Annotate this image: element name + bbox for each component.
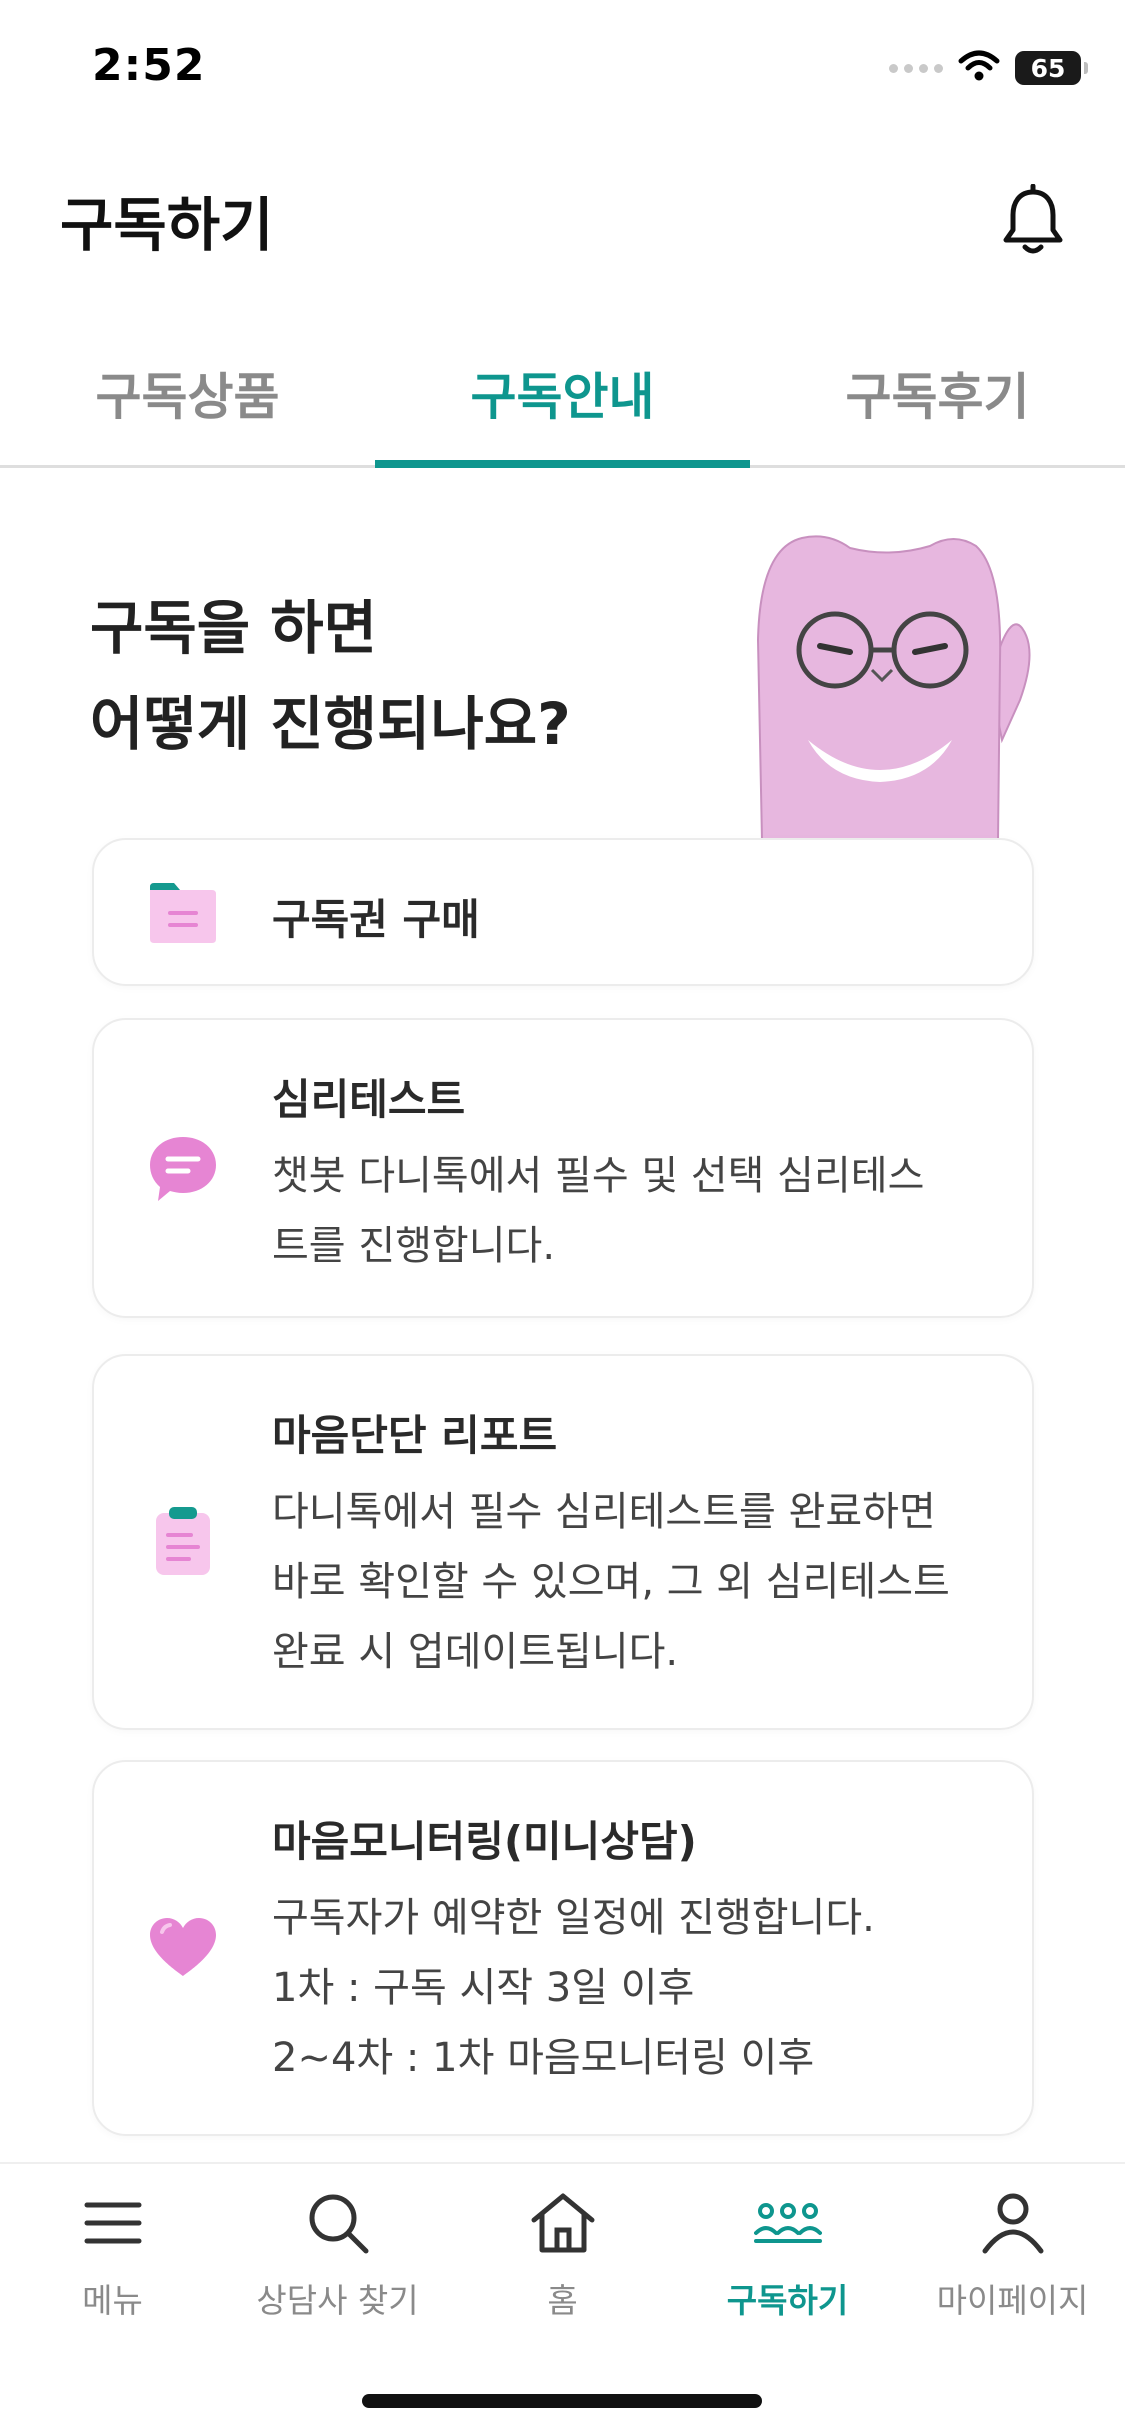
nav-home[interactable]: 홈 (450, 2164, 675, 2322)
home-indicator[interactable] (362, 2394, 762, 2408)
step-desc-line: 다니톡에서 필수 심리테스트를 완료하면 (272, 1489, 936, 1535)
step-text: 구독권 구매 (272, 886, 992, 947)
step-title: 심리테스트 (272, 1075, 466, 1124)
menu-icon (77, 2188, 149, 2258)
step-card-purchase: 구독권 구매 (92, 838, 1034, 986)
tab-products[interactable]: 구독상품 (0, 320, 375, 465)
step-text: 심리테스트 챗봇 다니톡에서 필수 및 선택 심리테스 트를 진행합니다. (272, 1066, 992, 1281)
cellular-signal-icon (889, 63, 943, 73)
battery-indicator: 65 (1015, 51, 1088, 85)
step-desc-line: 2~4차 : 1차 마음모니터링 이후 (272, 2035, 815, 2081)
bell-icon (1003, 184, 1063, 254)
intro-line-1: 구독을 하면 (90, 594, 377, 662)
step-desc-line: 바로 확인할 수 있으며, 그 외 심리테스트 (272, 1559, 950, 1605)
intro-line-2: 어떻게 진행되나요? (90, 690, 571, 758)
nav-menu[interactable]: 메뉴 (0, 2164, 225, 2322)
step-title: 마음단단 리포트 (272, 1411, 558, 1460)
step-card-monitoring: 마음모니터링(미니상담) 구독자가 예약한 일정에 진행합니다. 1차 : 구독… (92, 1760, 1034, 2136)
wifi-icon (957, 49, 1001, 87)
status-indicators: 65 (889, 48, 1088, 88)
tab-guide[interactable]: 구독안내 (375, 320, 750, 468)
heart-icon (146, 1910, 220, 1984)
nav-label: 메뉴 (82, 2281, 143, 2320)
step-card-psych-test: 심리테스트 챗봇 다니톡에서 필수 및 선택 심리테스 트를 진행합니다. (92, 1018, 1034, 1318)
nav-label: 구독하기 (726, 2281, 849, 2320)
folder-icon (146, 876, 220, 950)
battery-level: 65 (1030, 53, 1066, 83)
chat-bubble-icon (146, 1132, 220, 1206)
step-desc-line: 1차 : 구독 시작 3일 이후 (272, 1965, 695, 2011)
status-time: 2:52 (92, 40, 206, 91)
status-bar: 2:52 65 (0, 0, 1125, 140)
home-icon (527, 2188, 599, 2258)
nav-find-counselor[interactable]: 상담사 찾기 (225, 2164, 450, 2322)
subscribe-icon (752, 2188, 824, 2258)
step-desc-line: 구독자가 예약한 일정에 진행합니다. (272, 1895, 875, 1941)
screen: 2:52 65 구독하기 구독상품 구독안내 구독후기 구독을 하면 어떻게 진… (0, 0, 1125, 2436)
person-icon (977, 2188, 1049, 2258)
page-title: 구독하기 (60, 191, 274, 259)
step-description: 챗봇 다니톡에서 필수 및 선택 심리테스 트를 진행합니다. (272, 1141, 992, 1281)
guide-content: 구독을 하면 어떻게 진행되나요? 구독권 구매 심리테스트 챗봇 다니톡에서 … (0, 470, 1125, 2170)
tab-reviews[interactable]: 구독후기 (750, 320, 1125, 465)
nav-label: 홈 (547, 2281, 578, 2320)
step-text: 마음모니터링(미니상담) 구독자가 예약한 일정에 진행합니다. 1차 : 구독… (272, 1808, 992, 2093)
step-desc-line: 챗봇 다니톡에서 필수 및 선택 심리테스 (272, 1153, 925, 1199)
nav-label: 상담사 찾기 (256, 2281, 419, 2320)
step-text: 마음단단 리포트 다니톡에서 필수 심리테스트를 완료하면 바로 확인할 수 있… (272, 1402, 992, 1687)
nav-subscribe[interactable]: 구독하기 (675, 2164, 900, 2322)
step-desc-line: 완료 시 업데이트됩니다. (272, 1629, 679, 1675)
app-header: 구독하기 (0, 160, 1125, 290)
step-card-report: 마음단단 리포트 다니톡에서 필수 심리테스트를 완료하면 바로 확인할 수 있… (92, 1354, 1034, 1730)
search-icon (302, 2188, 374, 2258)
step-description: 구독자가 예약한 일정에 진행합니다. 1차 : 구독 시작 3일 이후 2~4… (272, 1883, 992, 2093)
step-title: 마음모니터링(미니상담) (272, 1817, 697, 1866)
clipboard-icon (146, 1504, 220, 1578)
nav-label: 마이페이지 (936, 2281, 1089, 2320)
mascot-illustration (756, 535, 1031, 840)
step-description: 다니톡에서 필수 심리테스트를 완료하면 바로 확인할 수 있으며, 그 외 심… (272, 1477, 992, 1687)
notification-button[interactable] (993, 182, 1073, 262)
intro-heading: 구독을 하면 어떻게 진행되나요? (90, 580, 571, 772)
step-title: 구독권 구매 (272, 895, 480, 944)
tab-bar: 구독상품 구독안내 구독후기 (0, 320, 1125, 468)
bottom-navigation: 메뉴 상담사 찾기 홈 구독하기 마이페이지 (0, 2162, 1125, 2322)
step-desc-line: 트를 진행합니다. (272, 1223, 556, 1269)
nav-my-page[interactable]: 마이페이지 (900, 2164, 1125, 2322)
